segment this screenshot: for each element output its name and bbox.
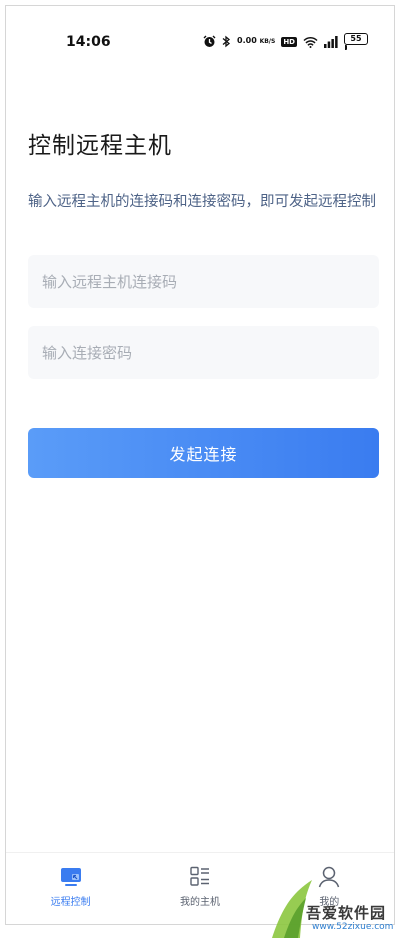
tab-label: 远程控制	[50, 897, 91, 908]
connect-button[interactable]: 发起连接	[28, 428, 379, 478]
network-speed: 0.00 KB/S	[237, 37, 275, 46]
tab-remote-control[interactable]: 远程控制	[6, 853, 135, 923]
watermark-text: 吾爱软件园	[306, 904, 387, 922]
net-speed-value: 0.00	[237, 36, 257, 45]
bluetooth-icon	[222, 35, 231, 48]
status-icons: 0.00 KB/S HD 55	[203, 33, 368, 50]
battery-icon: 55	[344, 33, 368, 50]
connection-code-input[interactable]	[28, 255, 379, 308]
signal-icon	[324, 35, 338, 48]
status-time: 14:06	[66, 34, 111, 50]
battery-level: 55	[344, 33, 368, 45]
host-list-icon	[190, 866, 209, 886]
page-title: 控制远程主机	[28, 133, 172, 159]
wifi-icon	[303, 36, 318, 48]
tab-my-hosts[interactable]: 我的主机	[135, 853, 264, 923]
status-bar: 14:06 0.00 KB/S HD 55	[6, 6, 394, 58]
alarm-icon	[203, 35, 216, 47]
instruction-text: 输入远程主机的连接码和连接密码，即可发起远程控制	[28, 194, 376, 210]
watermark-url: www.52zixue.com	[312, 922, 394, 932]
monitor-icon	[60, 868, 81, 886]
hd-badge: HD	[281, 36, 297, 47]
net-speed-unit: KB/S	[259, 38, 276, 45]
app-screen: 14:06 0.00 KB/S HD 55 控制远程主机 输入远程主机的连接码和…	[5, 5, 395, 925]
connection-password-input[interactable]	[28, 326, 379, 379]
tab-label: 我的主机	[179, 897, 220, 908]
